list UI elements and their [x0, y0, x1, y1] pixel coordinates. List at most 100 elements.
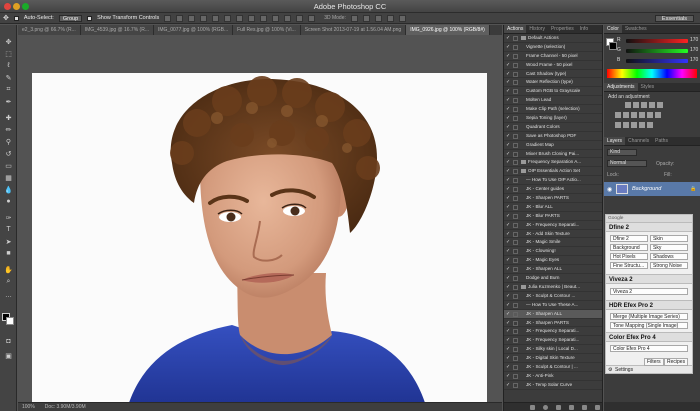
stop-icon[interactable]	[530, 404, 535, 410]
new-set-icon[interactable]	[569, 404, 574, 410]
action-row[interactable]: ✓ JK - Sharpen PARTS	[504, 319, 602, 328]
action-row[interactable]: ✓ JK - Silky skin | Local D...	[504, 345, 602, 355]
dialog-toggle-icon[interactable]	[513, 258, 518, 264]
action-toggle-checkmark-icon[interactable]: ✓	[506, 177, 511, 183]
lasso-tool-icon[interactable]: ℓ	[3, 61, 14, 70]
distribute-vcenter-icon[interactable]	[248, 14, 256, 22]
hand-tool-icon[interactable]: ✋	[3, 265, 14, 274]
document-tab[interactable]: Screen Shot 2013-07-19 at 1.56.04 AM.png	[300, 25, 407, 35]
dialog-toggle-icon[interactable]	[513, 231, 518, 237]
action-row[interactable]: ✓ Water Reflection (type)	[504, 78, 602, 88]
quick-select-tool-icon[interactable]: ✎	[3, 73, 14, 82]
dialog-toggle-icon[interactable]	[513, 160, 518, 166]
red-slider[interactable]	[626, 39, 688, 43]
dialog-toggle-icon[interactable]	[513, 89, 518, 95]
crop-tool-icon[interactable]: ⌗	[3, 85, 14, 94]
channel-mixer-icon[interactable]	[647, 112, 653, 118]
eyedropper-tool-icon[interactable]: ✒	[3, 97, 14, 106]
history-brush-tool-icon[interactable]: ↺	[3, 149, 14, 158]
action-row[interactable]: ✓ JK - Sharpen PARTS	[504, 194, 602, 203]
action-row[interactable]: ✓ Sepia Toning (layer)	[504, 114, 602, 123]
dialog-toggle-icon[interactable]	[513, 124, 518, 130]
screen-mode-icon[interactable]: ▣	[3, 351, 14, 360]
action-toggle-checkmark-icon[interactable]: ✓	[506, 106, 511, 112]
tab-styles[interactable]: Styles	[638, 83, 658, 91]
action-row[interactable]: ✓ Frame Channel - 50 pixel	[504, 52, 602, 61]
tab-swatches[interactable]: Swatches	[622, 25, 650, 33]
align-right-icon[interactable]	[224, 14, 232, 22]
action-toggle-checkmark-icon[interactable]: ✓	[506, 239, 511, 245]
dialog-toggle-icon[interactable]	[513, 169, 518, 175]
distribute-bottom-icon[interactable]	[260, 14, 268, 22]
dialog-toggle-icon[interactable]	[513, 382, 518, 388]
action-toggle-checkmark-icon[interactable]: ✓	[506, 195, 511, 201]
action-row[interactable]: ✓ JK - Anti-Pink	[504, 372, 602, 381]
color-lookup-icon[interactable]	[655, 112, 661, 118]
auto-select-group-dropdown[interactable]: Group	[58, 14, 83, 22]
action-toggle-checkmark-icon[interactable]: ✓	[506, 284, 511, 290]
canvas-area[interactable]	[18, 35, 502, 409]
filters-tab[interactable]: Filters	[644, 358, 664, 366]
dialog-toggle-icon[interactable]	[513, 196, 518, 202]
settings-link[interactable]: Settings	[615, 367, 633, 373]
tab-channels[interactable]: Channels	[625, 137, 652, 145]
dialog-toggle-icon[interactable]	[513, 311, 518, 317]
auto-align-icon[interactable]	[308, 14, 316, 22]
dialog-toggle-icon[interactable]	[513, 142, 518, 148]
viveza2-button[interactable]: Viveza 2	[610, 288, 688, 295]
dialog-toggle-icon[interactable]	[513, 204, 518, 210]
action-toggle-checkmark-icon[interactable]: ✓	[506, 302, 511, 308]
dialog-toggle-icon[interactable]	[513, 293, 518, 299]
selective-color-icon[interactable]	[639, 122, 645, 128]
action-toggle-checkmark-icon[interactable]: ✓	[506, 186, 511, 192]
tab-adjustments[interactable]: Adjustments	[604, 83, 638, 91]
move-tool-icon[interactable]: ✥	[3, 14, 9, 22]
nik-section-dfine[interactable]: Dfine 2	[606, 222, 692, 232]
path-selection-tool-icon[interactable]: ➤	[3, 237, 14, 246]
dialog-toggle-icon[interactable]	[513, 284, 518, 290]
align-left-icon[interactable]	[200, 14, 208, 22]
tab-properties[interactable]: Properties	[548, 25, 577, 33]
tab-color[interactable]: Color	[604, 25, 622, 33]
invert-icon[interactable]	[615, 122, 621, 128]
action-toggle-checkmark-icon[interactable]: ✓	[506, 311, 511, 317]
distribute-top-icon[interactable]	[236, 14, 244, 22]
action-row[interactable]: ✓ — How To Use OIP Actio...	[504, 176, 602, 186]
document-tab[interactable]: IMG_0926.jpg @ 100% (RGB/8#)	[406, 25, 490, 35]
action-row[interactable]: ✓ JK - Frequency Separati...	[504, 221, 602, 230]
workspace-switcher[interactable]: Essentials	[654, 15, 694, 22]
action-toggle-checkmark-icon[interactable]: ✓	[506, 44, 511, 50]
action-row[interactable]: ✓ JK - Temp Solar Curve	[504, 381, 602, 390]
photo-filter-icon[interactable]	[639, 112, 645, 118]
vibrance-icon[interactable]	[657, 102, 663, 108]
3d-scale-icon[interactable]	[398, 14, 406, 22]
document-canvas[interactable]	[32, 73, 487, 409]
align-bottom-icon[interactable]	[188, 14, 196, 22]
action-toggle-checkmark-icon[interactable]: ✓	[506, 257, 511, 263]
action-set-row[interactable]: ✓ Julia Kuzmenko | Beaut...	[504, 283, 602, 292]
dialog-toggle-icon[interactable]	[513, 36, 518, 41]
healing-brush-tool-icon[interactable]: ✚	[3, 113, 14, 122]
tab-paths[interactable]: Paths	[652, 137, 671, 145]
layer-row-background[interactable]: ◉ Background 🔒	[604, 182, 700, 196]
dialog-toggle-icon[interactable]	[513, 98, 518, 104]
action-toggle-checkmark-icon[interactable]: ✓	[506, 266, 511, 272]
3d-rotate-icon[interactable]	[350, 14, 358, 22]
action-row[interactable]: ✓ Make Clip Path (selection)	[504, 105, 602, 115]
action-toggle-checkmark-icon[interactable]: ✓	[506, 355, 511, 361]
color-bg-swatch[interactable]	[609, 42, 617, 50]
dfine-skin-button[interactable]: Skin	[650, 235, 688, 242]
dialog-toggle-icon[interactable]	[513, 107, 518, 113]
dfine-hot-pixels-button[interactable]: Hot Pixels	[610, 253, 648, 260]
action-row[interactable]: ✓ Gradient Map	[504, 141, 602, 150]
more-tools-icon[interactable]: …	[3, 291, 14, 300]
action-row[interactable]: ✓ JK - Sculpt & Contour | ...	[504, 363, 602, 372]
dialog-toggle-icon[interactable]	[513, 320, 518, 326]
play-icon[interactable]	[556, 404, 561, 410]
action-toggle-checkmark-icon[interactable]: ✓	[506, 337, 511, 343]
action-toggle-checkmark-icon[interactable]: ✓	[506, 124, 511, 130]
dialog-toggle-icon[interactable]	[513, 338, 518, 344]
dialog-toggle-icon[interactable]	[513, 347, 518, 353]
align-top-icon[interactable]	[164, 14, 172, 22]
action-toggle-checkmark-icon[interactable]: ✓	[506, 320, 511, 326]
